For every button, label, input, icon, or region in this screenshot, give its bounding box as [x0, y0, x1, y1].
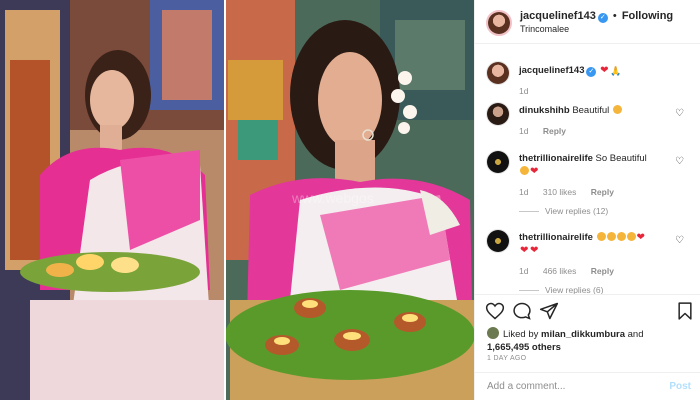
reply-button[interactable]: Reply	[543, 126, 566, 136]
comment-meta: 1d 466 likes Reply	[519, 266, 626, 276]
heart-eyes-emoji-icon	[612, 105, 622, 114]
heart-eyes-emoji-icon	[626, 232, 636, 241]
view-replies-label[interactable]: View replies (6)	[545, 285, 603, 294]
add-comment-bar: Add a comment... Post	[475, 372, 700, 400]
likes-count[interactable]: 1,665,495 others	[487, 342, 561, 353]
comment-meta: 1d Reply	[519, 126, 578, 136]
comment-username[interactable]: thetrillionairelife	[519, 232, 593, 243]
red-heart-emoji-icon: ❤	[636, 232, 645, 243]
comment-text: thetrillionairelife So Beautiful ❤	[519, 152, 679, 178]
commenter-avatar[interactable]	[486, 102, 510, 126]
liker-username[interactable]: milan_dikkumbura	[541, 329, 625, 340]
replies-divider	[519, 211, 539, 213]
comment-input[interactable]: Add a comment...	[487, 381, 565, 392]
heart-eyes-emoji-icon	[596, 232, 606, 241]
share-icon[interactable]	[539, 301, 559, 321]
post-timestamp[interactable]: 1 DAY AGO	[487, 355, 526, 362]
like-comment-heart-icon[interactable]: ♡	[675, 157, 684, 167]
comment-time[interactable]: 1d	[519, 266, 528, 276]
comment-username[interactable]: thetrillionairelife	[519, 153, 593, 164]
heart-eyes-emoji-icon	[520, 166, 529, 175]
likes-prefix: Liked by	[503, 329, 539, 340]
comment-meta: 1d 310 likes Reply	[519, 187, 626, 197]
heart-eyes-emoji-icon	[606, 232, 616, 241]
comment-time[interactable]: 1d	[519, 187, 528, 197]
comments-list[interactable]: jacquelinef143 ✓ ❤ 🙏 1d dinukshihb Beautif…	[475, 44, 700, 294]
comment-body: Beautiful	[572, 105, 610, 116]
comment-text: thetrillionairelife ❤ ❤ ❤	[519, 231, 679, 257]
reply-button[interactable]: Reply	[591, 187, 614, 197]
heart-eyes-emoji-icon	[616, 232, 626, 241]
photo-watermark: www.webgos	[292, 190, 374, 206]
comment-text: dinukshihb Beautiful	[519, 104, 679, 117]
like-comment-heart-icon[interactable]: ♡	[675, 236, 684, 246]
verified-icon: ✓	[597, 13, 608, 23]
likes-summary: Liked by milan_dikkumbura and 1,665,495 …	[487, 327, 697, 354]
caption-time[interactable]: 1d	[519, 86, 528, 96]
author-avatar[interactable]	[486, 10, 512, 36]
heart-icon[interactable]	[485, 301, 505, 321]
caption-text: jacquelinef143 ✓ ❤ 🙏	[519, 64, 679, 77]
bookmark-icon[interactable]	[675, 301, 695, 321]
view-replies-label[interactable]: View replies (12)	[545, 206, 608, 216]
caption-avatar[interactable]	[486, 61, 510, 85]
author-line: jacquelinef143 ✓ • Following	[520, 10, 673, 23]
reply-button[interactable]: Reply	[591, 266, 614, 276]
heart-emoji-icon: ❤	[600, 65, 609, 76]
author-username[interactable]: jacquelinef143	[520, 10, 596, 22]
post-comment-button[interactable]: Post	[669, 381, 691, 392]
comment-time[interactable]: 1d	[519, 126, 528, 136]
post-header: jacquelinef143 ✓ • Following Trincomalee	[475, 0, 700, 44]
comment-icon[interactable]	[512, 301, 532, 321]
comment-username[interactable]: dinukshihb	[519, 105, 570, 116]
header-separator: •	[612, 10, 617, 22]
red-heart-emoji-icon: ❤	[530, 166, 539, 177]
following-button[interactable]: Following	[622, 10, 673, 22]
caption-username[interactable]: jacquelinef143	[519, 65, 584, 76]
post-image	[0, 0, 474, 400]
commenter-avatar[interactable]	[486, 229, 510, 253]
comment-body: So Beautiful	[595, 153, 647, 164]
praying-hands-emoji-icon: 🙏	[610, 66, 622, 76]
post-side-panel: jacquelinef143 ✓ • Following Trincomalee …	[474, 0, 700, 400]
likes-and: and	[627, 329, 644, 340]
view-replies-link[interactable]: View replies (6)	[519, 285, 603, 294]
like-comment-heart-icon[interactable]: ♡	[675, 109, 684, 119]
post-location[interactable]: Trincomalee	[520, 24, 569, 34]
post-photo[interactable]: www.webgos	[0, 0, 474, 400]
comment-likes[interactable]: 466 likes	[543, 266, 577, 276]
red-heart-emoji-icon: ❤	[530, 245, 539, 256]
comment-likes[interactable]: 310 likes	[543, 187, 577, 197]
commenter-avatar[interactable]	[486, 150, 510, 174]
view-replies-link[interactable]: View replies (12)	[519, 206, 608, 216]
verified-icon: ✓	[586, 67, 597, 77]
caption-meta: 1d	[519, 86, 540, 96]
liker-avatar[interactable]	[487, 327, 499, 339]
red-heart-emoji-icon: ❤	[520, 245, 529, 256]
replies-divider	[519, 290, 539, 292]
